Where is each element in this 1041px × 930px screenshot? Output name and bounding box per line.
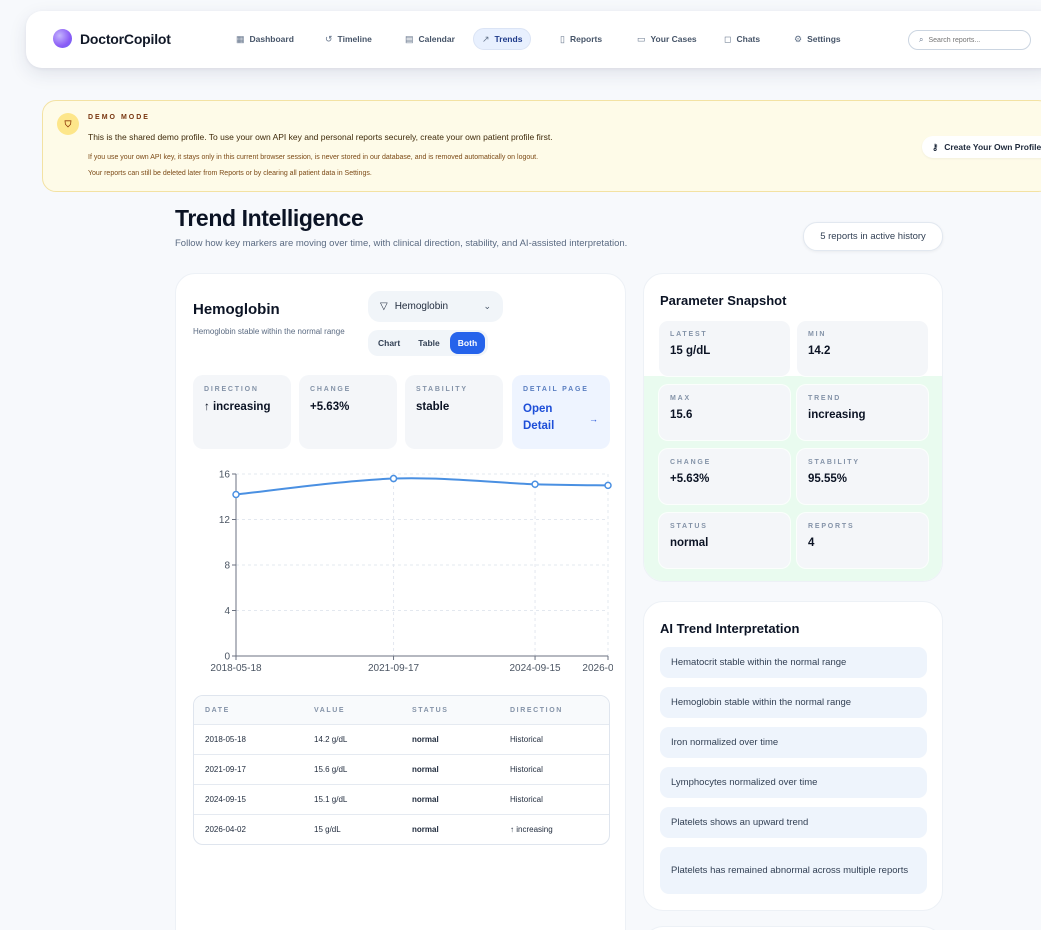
ai-insight-item: Hemoglobin stable within the normal rang… [660,687,927,718]
snapshot-min: MIN 14.2 [797,321,928,376]
series-line [235,477,609,496]
history-icon: ↺ [325,33,333,44]
gear-icon: ⚙ [794,33,803,44]
ai-insight-item: Hematocrit stable within the normal rang… [660,647,927,678]
brand-name: DoctorCopilot [80,30,171,47]
demo-banner: ⛉ DEMO MODE This is the shared demo prof… [42,100,1041,192]
y-tick-label: 4 [224,606,230,617]
table-row: 2024-09-15 15.1 g/dL normal Historical [194,784,609,814]
page-title: Trend Intelligence [175,205,364,231]
stat-direction: DIRECTION ↑ increasing [193,375,291,449]
trend-table: DATE VALUE STATUS DIRECTION 2018-05-18 1… [193,695,610,845]
ai-insight-item: Platelets shows an upward trend [660,807,927,838]
nav-calendar[interactable]: ▤ Calendar [397,28,463,50]
table-row: 2021-09-17 15.6 g/dL normal Historical [194,754,609,784]
nav-settings[interactable]: ⚙ Settings [786,28,849,50]
snapshot-change: CHANGE +5.63% [659,449,790,504]
demo-note-api: If you use your own API key, it stays on… [88,154,539,161]
snapshot-latest: LATEST 15 g/dL [659,321,790,376]
create-profile-button[interactable]: ⚷ Create Your Own Profile [922,136,1041,158]
key-icon: ⚷ [932,141,939,152]
data-point [389,474,398,483]
nav-your-cases[interactable]: ▭ Your Cases [629,28,705,50]
nav-timeline[interactable]: ↺ Timeline [317,28,380,50]
history-count-badge: 5 reports in active history [803,222,943,251]
chevron-down-icon: ⌄ [483,301,491,311]
snapshot-trend: TREND increasing [797,385,928,440]
page-subtitle: Follow how key markers are moving over t… [175,238,628,249]
snapshot-reports: REPORTS 4 [797,513,928,568]
ai-insight-item: Platelets has remained abnormal across m… [660,847,927,894]
ai-title: AI Trend Interpretation [660,621,800,636]
ai-insight-item: Lymphocytes normalized over time [660,767,927,798]
snapshot-status: STATUS normal [659,513,790,568]
y-tick-label: 8 [224,561,230,572]
x-tick-label: 2021-09-17 [368,663,420,674]
table-header: DATE VALUE STATUS DIRECTION [194,696,609,724]
parameter-title: Hemoglobin [193,301,280,318]
snapshot-stability: STABILITY 95.55% [797,449,928,504]
x-tick-label: 2024-09-15 [509,663,561,674]
trend-card: Hemoglobin Hemoglobin stable within the … [175,273,626,930]
grid-icon: ▦ [236,33,245,44]
calendar-icon: ▤ [405,33,414,44]
parameter-select-value: Hemoglobin [394,301,449,312]
data-point [232,490,240,499]
stat-stability: STABILITY stable [405,375,503,449]
clipboard-icon: ▭ [637,33,646,44]
demo-note-delete: Your reports can still be deleted later … [88,170,372,177]
snapshot-max: MAX 15.6 [659,385,790,440]
view-chart-button[interactable]: Chart [370,332,408,354]
nav-chats[interactable]: ◻ Chats [716,28,768,50]
ai-insight-item: Iron normalized over time [660,727,927,758]
data-point [531,480,539,488]
parameter-select[interactable]: ▽ Hemoglobin ⌄ [368,291,503,322]
search-box[interactable]: ⌕ [908,30,1031,50]
trend-chart: 0 4 8 12 16 2018-05-18 2021-09-17 2024-09-15 202… [210,470,613,675]
trend-icon: ↗ [482,33,490,44]
demo-title: DEMO MODE [88,114,150,121]
table-row: 2018-05-18 14.2 g/dL normal Historical [194,724,609,754]
file-icon: ▯ [560,33,565,44]
y-tick-label: 16 [219,470,231,481]
brand[interactable]: DoctorCopilot [53,29,171,48]
view-toggle: Chart Table Both [368,330,488,356]
shield-icon: ⛉ [57,113,79,135]
arrow-right-icon: → [589,414,598,424]
chat-icon: ◻ [724,33,732,44]
view-table-button[interactable]: Table [410,332,448,354]
parameter-description: Hemoglobin stable within the normal rang… [193,327,345,336]
view-both-button[interactable]: Both [449,332,486,354]
snapshot-card: Parameter Snapshot LATEST 15 g/dL MIN 14.2… [643,273,943,582]
y-tick-label: 12 [219,515,231,526]
search-icon: ⌕ [919,35,924,44]
logo-icon [53,29,72,48]
next-card-edge [643,926,943,930]
x-tick-label: 2026-04-02 [582,663,613,674]
top-navbar: DoctorCopilot ▦ Dashboard ↺ Timeline ▤ Cale… [26,11,1041,68]
ai-interpretation-card: AI Trend Interpretation Hematocrit stabl… [643,601,943,911]
stat-change: CHANGE +5.63% [299,375,397,449]
nav-reports[interactable]: ▯ Reports [552,28,610,50]
y-tick-label: 0 [224,652,230,663]
snapshot-title: Parameter Snapshot [660,293,787,308]
nav-dashboard[interactable]: ▦ Dashboard [228,28,302,50]
demo-message: This is the shared demo profile. To use … [88,132,553,142]
data-point [604,481,612,490]
filter-icon: ▽ [380,301,388,312]
open-detail-link[interactable]: DETAIL PAGE Open Detail → [512,375,610,449]
table-row: 2026-04-02 15 g/dL normal ↑ increasing [194,814,609,844]
x-tick-label: 2018-05-18 [210,663,262,674]
nav-trends[interactable]: ↗ Trends [473,28,532,50]
search-input[interactable] [928,36,1019,44]
